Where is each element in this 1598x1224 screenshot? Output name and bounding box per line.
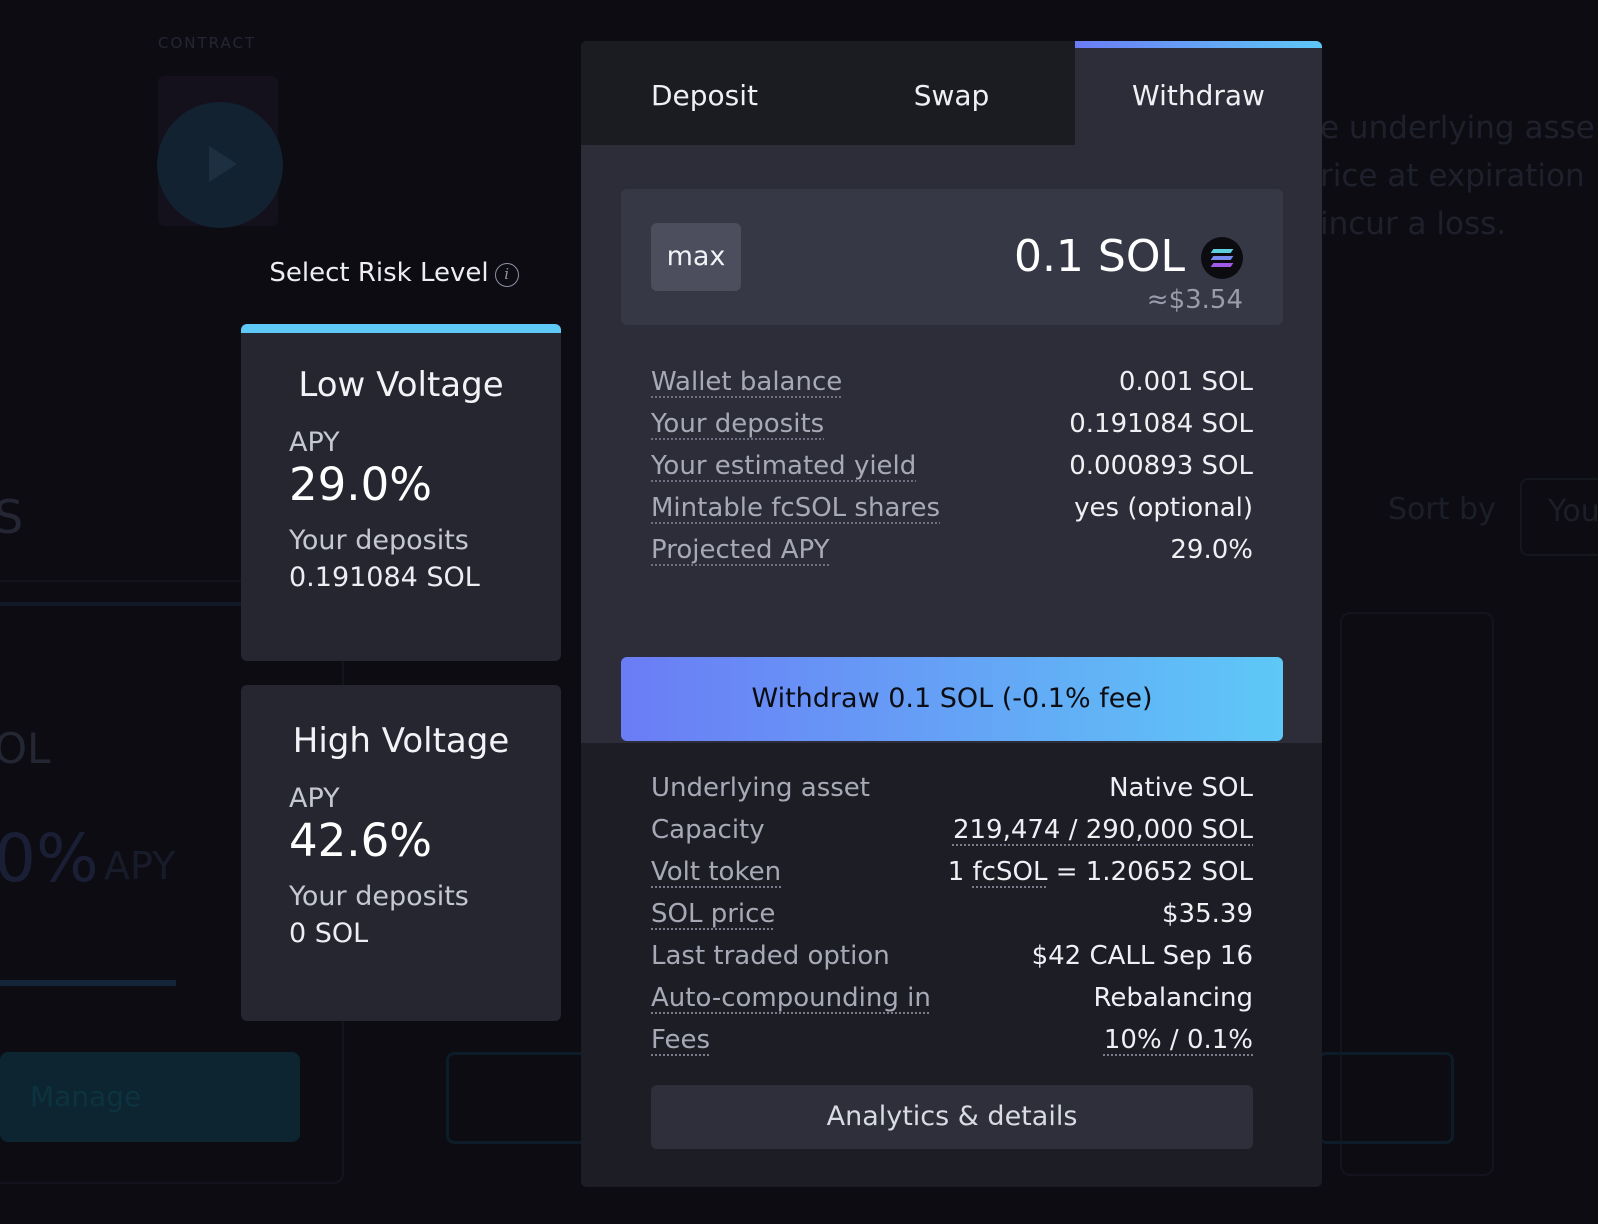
info-value: 0.001 SOL: [1118, 367, 1253, 397]
withdraw-button[interactable]: Withdraw 0.1 SOL (-0.1% fee): [621, 657, 1283, 741]
position-info-list: Wallet balance 0.001 SOL Your deposits 0…: [651, 367, 1253, 577]
detail-row-capacity: Capacity 219,474 / 290,000 SOL: [651, 815, 1253, 857]
solana-icon: [1201, 237, 1243, 279]
bg-description-line: incur a loss.: [1320, 206, 1507, 242]
vault-action-panel: Deposit Swap Withdraw max ≈$3.54 Wallet …: [581, 41, 1322, 1187]
info-value: 29.0%: [1170, 535, 1253, 565]
info-value: 0.191084 SOL: [1069, 409, 1253, 439]
bg-sort-label: Sort by: [1388, 492, 1496, 527]
amount-input-box: max ≈$3.54: [621, 189, 1283, 325]
risk-card-title: Low Voltage: [298, 365, 504, 405]
volt-rate: = 1.20652 SOL: [1055, 857, 1253, 887]
tab-swap[interactable]: Swap: [828, 41, 1075, 145]
info-row-mintable-shares: Mintable fcSOL shares yes (optional): [651, 493, 1253, 535]
detail-label[interactable]: Auto-compounding in: [651, 983, 931, 1025]
detail-label: Last traded option: [651, 941, 890, 971]
bg-outline-button: [446, 1052, 592, 1144]
risk-card-title: High Voltage: [292, 721, 510, 761]
detail-row-last-traded-option: Last traded option $42 CALL Sep 16: [651, 941, 1253, 983]
bg-heading-fragment: S: [0, 490, 24, 544]
action-tabs: Deposit Swap Withdraw: [581, 41, 1322, 145]
capacity-value[interactable]: 219,474 / 290,000 SOL: [953, 815, 1253, 845]
risk-card-apy: 29.0%: [289, 458, 432, 511]
amount-input[interactable]: [885, 231, 1185, 282]
info-row-wallet-balance: Wallet balance 0.001 SOL: [651, 367, 1253, 409]
risk-card-apy-label: APY: [289, 427, 340, 458]
tab-deposit[interactable]: Deposit: [581, 41, 828, 145]
risk-card-deposits: 0.191084 SOL: [289, 562, 480, 593]
detail-row-auto-compounding: Auto-compounding in Rebalancing: [651, 983, 1253, 1025]
fees-value[interactable]: 10% / 0.1%: [1104, 1025, 1253, 1055]
detail-label[interactable]: Volt token: [651, 857, 781, 899]
risk-level-title: Select Risk Level: [269, 258, 489, 288]
risk-card-apy-label: APY: [289, 783, 340, 814]
risk-level-header: Select Risk Level i: [236, 258, 552, 288]
risk-card-deposits-label: Your deposits: [289, 525, 469, 556]
bg-manage-button: Manage: [0, 1052, 300, 1142]
risk-card-deposits-label: Your deposits: [289, 881, 469, 912]
detail-value: 10% / 0.1%: [1104, 1025, 1253, 1067]
detail-row-underlying-asset: Underlying asset Native SOL: [651, 773, 1253, 815]
info-value: 0.000893 SOL: [1069, 451, 1253, 481]
info-label[interactable]: Projected APY: [651, 535, 830, 577]
detail-label: Capacity: [651, 815, 765, 845]
bg-sort-select: You: [1520, 478, 1598, 556]
info-row-projected-apy: Projected APY 29.0%: [651, 535, 1253, 577]
detail-label[interactable]: Fees: [651, 1025, 710, 1067]
detail-label[interactable]: SOL price: [651, 899, 775, 941]
detail-row-sol-price: SOL price $35.39: [651, 899, 1253, 941]
risk-card-high-voltage[interactable]: High Voltage APY 42.6% Your deposits 0 S…: [241, 685, 561, 1021]
volt-amount: 1: [947, 857, 965, 887]
bg-contract-label: CONTRACT: [158, 34, 257, 52]
detail-row-volt-token: Volt token 1 fcSOL = 1.20652 SOL: [651, 857, 1253, 899]
info-label[interactable]: Your deposits: [651, 409, 824, 451]
withdraw-form: max ≈$3.54 Wallet balance 0.001 SOL Your…: [581, 145, 1322, 743]
info-label[interactable]: Wallet balance: [651, 367, 842, 409]
play-icon: [157, 102, 283, 228]
bg-outline-button: [1318, 1052, 1454, 1144]
detail-value: $35.39: [1162, 899, 1253, 929]
info-value: yes (optional): [1074, 493, 1253, 523]
volt-token-link[interactable]: fcSOL: [973, 857, 1048, 887]
max-button[interactable]: max: [651, 223, 741, 291]
info-icon[interactable]: i: [494, 263, 519, 287]
bg-description: e underlying asse rice at expiration inc…: [1320, 104, 1595, 248]
analytics-details-button[interactable]: Analytics & details: [651, 1085, 1253, 1149]
vault-details-list: Underlying asset Native SOL Capacity 219…: [651, 773, 1253, 1067]
info-row-estimated-yield: Your estimated yield 0.000893 SOL: [651, 451, 1253, 493]
info-label[interactable]: Your estimated yield: [651, 451, 916, 493]
detail-row-fees: Fees 10% / 0.1%: [651, 1025, 1253, 1067]
risk-card-deposits: 0 SOL: [289, 918, 369, 949]
info-label[interactable]: Mintable fcSOL shares: [651, 493, 940, 535]
amount-usd-value: ≈$3.54: [1146, 285, 1243, 315]
detail-value: 219,474 / 290,000 SOL: [953, 815, 1253, 857]
bg-description-line: rice at expiration: [1320, 158, 1585, 194]
detail-value: 1 fcSOL = 1.20652 SOL: [948, 857, 1253, 899]
bg-description-line: e underlying asse: [1320, 110, 1595, 146]
risk-card-low-voltage[interactable]: Low Voltage APY 29.0% Your deposits 0.19…: [241, 324, 561, 661]
tab-withdraw[interactable]: Withdraw: [1075, 41, 1322, 145]
detail-value: Rebalancing: [1093, 983, 1253, 1013]
detail-label: Underlying asset: [651, 773, 870, 803]
risk-card-apy: 42.6%: [289, 814, 432, 867]
detail-value: $42 CALL Sep 16: [1031, 941, 1253, 971]
detail-value: Native SOL: [1109, 773, 1253, 803]
info-row-your-deposits: Your deposits 0.191084 SOL: [651, 409, 1253, 451]
